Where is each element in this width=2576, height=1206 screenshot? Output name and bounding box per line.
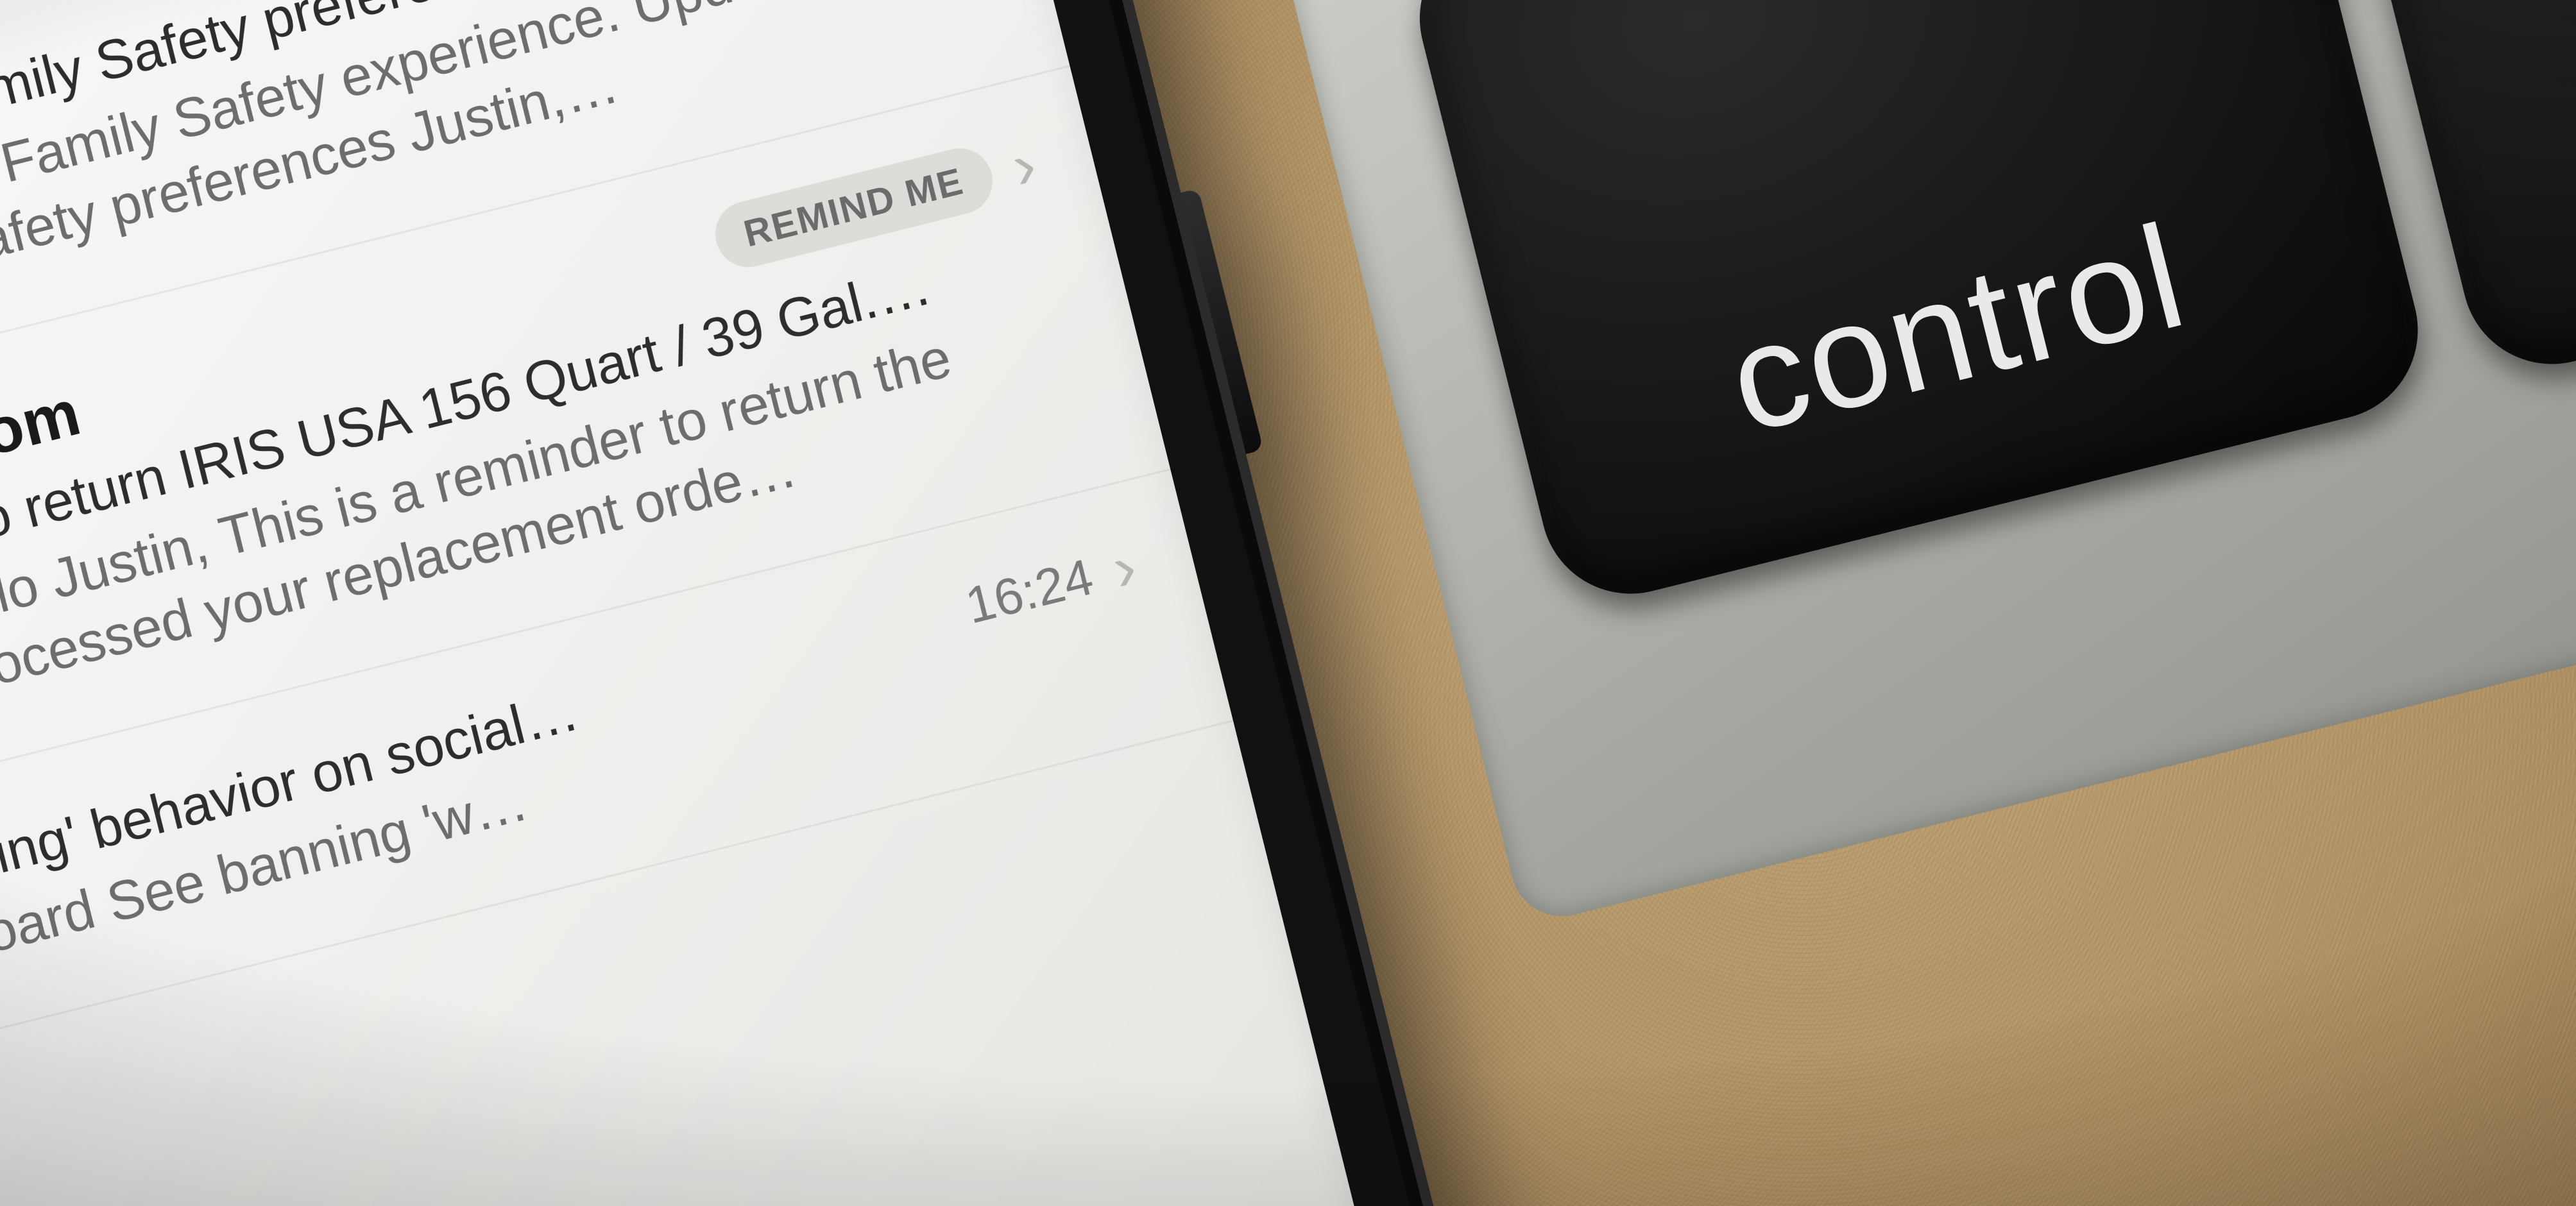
mail-list[interactable]: REMIND ME › Family Safety Update your Fa… bbox=[0, 0, 1233, 1087]
chevron-right-icon: › bbox=[1106, 534, 1143, 601]
mail-time: 16:24 bbox=[960, 547, 1099, 636]
chevron-right-icon: › bbox=[1006, 132, 1043, 199]
